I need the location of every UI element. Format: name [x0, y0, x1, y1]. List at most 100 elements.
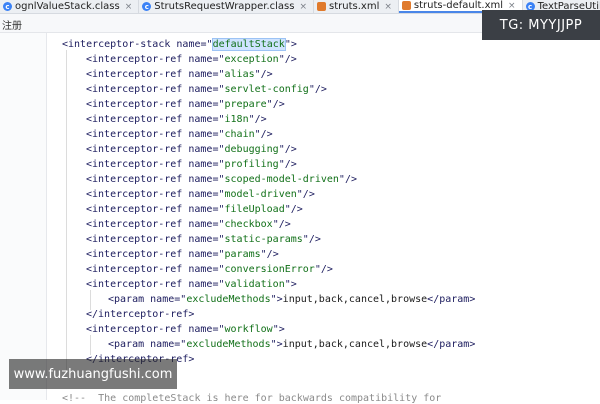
xml-tag: <interceptor-ref: [86, 69, 183, 80]
code-line: <interceptor-stack name="defaultStack">: [62, 38, 297, 51]
xml-tag: <interceptor-ref: [86, 204, 183, 215]
tg-badge-overlay: TG: MYYJJPP: [482, 10, 600, 40]
interceptor-ref-name: servlet-config: [224, 84, 309, 95]
xml-attr-name: name: [188, 144, 213, 155]
close-icon[interactable]: ×: [508, 1, 516, 11]
close-icon[interactable]: ×: [299, 2, 307, 12]
interceptor-ref-name: chain: [224, 129, 255, 140]
code-line: <interceptor-ref name="exception"/>: [86, 54, 297, 65]
code-line: <interceptor-ref name="servlet-config"/>: [86, 84, 327, 95]
param-text: input,back,cancel,browse: [282, 294, 428, 305]
code-line: <interceptor-ref name="workflow">: [86, 324, 285, 335]
xml-attr-value: validation: [224, 279, 285, 290]
editor-tab[interactable]: struts.xml ×: [314, 0, 399, 13]
code-comment-line: <!-- The completeStack is here for backw…: [62, 393, 442, 404]
xml-attr-name: name: [188, 99, 213, 110]
xml-tag: <interceptor-ref: [86, 264, 183, 275]
xml-tag: <interceptor-ref: [86, 249, 183, 260]
code-line: <interceptor-ref name="prepare"/>: [86, 99, 285, 110]
xml-tag: <interceptor-ref: [86, 99, 183, 110]
interceptor-ref-name: alias: [224, 69, 255, 80]
xml-file-icon: [317, 2, 327, 11]
class-file-icon: c: [3, 2, 12, 11]
xml-attr-name: name: [188, 84, 213, 95]
xml-attr-name: name: [188, 324, 213, 335]
code-line: <interceptor-ref name="profiling"/>: [86, 159, 297, 170]
code-line: <interceptor-ref name="model-driven"/>: [86, 189, 315, 200]
close-icon[interactable]: ×: [384, 2, 392, 12]
xml-tag-close: </param>: [427, 339, 476, 350]
xml-tag-close: />: [290, 204, 303, 215]
interceptor-ref-name: params: [224, 249, 261, 260]
xml-tag-close: />: [344, 174, 357, 185]
editor-tab-label: StrutsRequestWrapper.class: [154, 1, 295, 12]
interceptor-ref-name: debugging: [224, 144, 279, 155]
xml-tag: <param: [108, 294, 145, 305]
xml-tag: <interceptor-ref: [86, 324, 183, 335]
interceptor-ref-name: exception: [224, 54, 279, 65]
xml-tag: <interceptor-ref: [86, 129, 183, 140]
editor-tab-label: ognlValueStack.class: [15, 1, 120, 12]
interceptor-ref-name: conversionError: [224, 264, 315, 275]
xml-tag-close: />: [254, 114, 267, 125]
xml-tag-close: >: [278, 324, 285, 335]
xml-tag-close: />: [314, 84, 327, 95]
interceptor-ref-name: checkbox: [224, 219, 273, 230]
interceptor-ref-name: i18n: [224, 114, 249, 125]
xml-attr-value: excludeMethods: [186, 339, 271, 350]
interceptor-ref-name: scoped-model-driven: [224, 174, 339, 185]
xml-attr-name: name: [188, 204, 213, 215]
xml-attr-name: name: [188, 264, 213, 275]
xml-end-tag: </interceptor-ref>: [86, 309, 195, 320]
code-line: <interceptor-ref name="i18n"/>: [86, 114, 267, 125]
xml-attr-value: excludeMethods: [186, 294, 271, 305]
xml-tag-close: />: [284, 54, 297, 65]
xml-tag: <interceptor-ref: [86, 114, 183, 125]
editor-tab[interactable]: c StrutsRequestWrapper.class ×: [139, 0, 315, 13]
xml-attr-name: name: [150, 294, 175, 305]
xml-tag-close: />: [320, 264, 333, 275]
xml-attr-name: name: [176, 39, 201, 50]
code-line: <param name="excludeMethods">input,back,…: [108, 339, 476, 350]
xml-attr-name: name: [150, 339, 175, 350]
code-line: <interceptor-ref name="conversionError"/…: [86, 264, 333, 275]
code-line: <interceptor-ref name="static-params"/>: [86, 234, 321, 245]
editor-tab[interactable]: c ognlValueStack.class ×: [0, 0, 140, 13]
xml-tag: <param: [108, 339, 145, 350]
code-line: <interceptor-ref name="fileUpload"/>: [86, 204, 303, 215]
code-line: <interceptor-ref name="validation">: [86, 279, 297, 290]
xml-tag-close: />: [302, 189, 315, 200]
xml-tag-close: />: [284, 159, 297, 170]
code-line: </interceptor-ref>: [86, 307, 194, 322]
xml-attr-name: name: [188, 174, 213, 185]
xml-tag: <interceptor-ref: [86, 84, 183, 95]
xml-tag-close: >: [290, 39, 297, 50]
xml-tag-close: />: [308, 234, 321, 245]
xml-tag-close: />: [260, 69, 273, 80]
line-number-gutter: [0, 33, 47, 400]
xml-tag: <interceptor-ref: [86, 174, 183, 185]
xml-tag-close: </param>: [427, 294, 476, 305]
xml-attr-name: name: [188, 234, 213, 245]
xml-attr-name: name: [188, 69, 213, 80]
interceptor-ref-name: static-params: [224, 234, 303, 245]
class-file-icon: c: [142, 2, 152, 11]
xml-tag: <interceptor-ref: [86, 144, 183, 155]
xml-attr-name: name: [188, 249, 213, 260]
xml-tag-close: />: [284, 144, 297, 155]
xml-attr-name: name: [188, 189, 213, 200]
xml-tag: <interceptor-ref: [86, 159, 183, 170]
xml-attr-name: name: [188, 219, 213, 230]
xml-attr-name: name: [188, 114, 213, 125]
code-line: <interceptor-ref name="chain"/>: [86, 129, 273, 140]
code-line: <interceptor-ref name="scoped-model-driv…: [86, 174, 357, 185]
close-icon[interactable]: ×: [125, 2, 133, 12]
xml-tag: <interceptor-ref: [86, 54, 183, 65]
xml-tag: <interceptor-ref: [86, 189, 183, 200]
xml-tag-close: />: [272, 99, 285, 110]
xml-attr-name: name: [188, 54, 213, 65]
xml-tag: <interceptor-ref: [86, 219, 183, 230]
editor-tab-label: struts.xml: [329, 1, 380, 12]
indent-guide: [66, 50, 67, 370]
xml-tag-close: />: [260, 129, 273, 140]
